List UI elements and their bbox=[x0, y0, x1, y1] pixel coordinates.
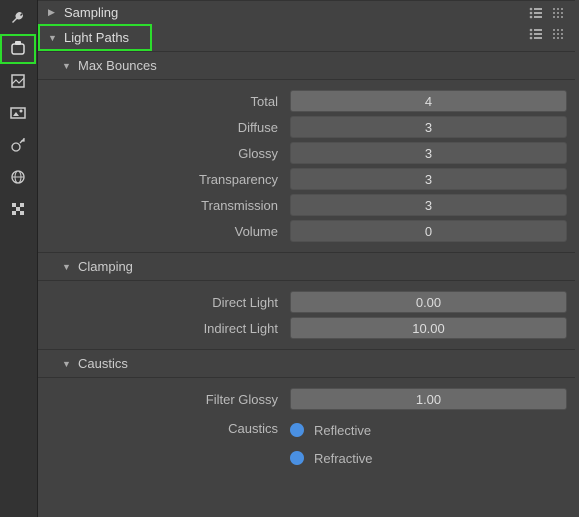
radio-on-icon bbox=[290, 451, 304, 465]
total-label: Total bbox=[62, 94, 290, 109]
world-icon bbox=[10, 169, 26, 185]
diffuse-label: Diffuse bbox=[62, 120, 290, 135]
refractive-label: Refractive bbox=[314, 451, 373, 466]
chevron-down-icon: ▼ bbox=[62, 262, 72, 272]
max-bounces-label: Max Bounces bbox=[78, 58, 157, 73]
caustics-subheader[interactable]: ▼ Caustics bbox=[38, 349, 575, 378]
diffuse-input[interactable]: 3 bbox=[290, 116, 567, 138]
clamping-subheader[interactable]: ▼ Clamping bbox=[38, 252, 575, 281]
scene-icon bbox=[10, 137, 26, 153]
direct-light-label: Direct Light bbox=[62, 295, 290, 310]
list-icon[interactable] bbox=[529, 27, 543, 41]
wrench-icon bbox=[10, 9, 26, 25]
list-icon[interactable] bbox=[529, 6, 543, 20]
volume-label: Volume bbox=[62, 224, 290, 239]
tab-bar bbox=[0, 0, 38, 517]
tab-output[interactable] bbox=[0, 66, 36, 96]
glossy-input[interactable]: 3 bbox=[290, 142, 567, 164]
total-input[interactable]: 4 bbox=[290, 90, 567, 112]
grid-icon[interactable] bbox=[551, 6, 565, 20]
tab-scene[interactable] bbox=[0, 130, 36, 160]
checker-icon bbox=[10, 201, 26, 217]
clamping-label: Clamping bbox=[78, 259, 133, 274]
sampling-section-header[interactable]: ▶ Sampling bbox=[38, 0, 575, 24]
tab-tools[interactable] bbox=[0, 2, 36, 32]
filter-glossy-input[interactable]: 1.00 bbox=[290, 388, 567, 410]
caustics-title: Caustics bbox=[78, 356, 128, 371]
tab-render[interactable] bbox=[0, 34, 36, 64]
transmission-label: Transmission bbox=[62, 198, 290, 213]
max-bounces-subheader[interactable]: ▼ Max Bounces bbox=[38, 51, 575, 80]
volume-input[interactable]: 0 bbox=[290, 220, 567, 242]
transparency-label: Transparency bbox=[62, 172, 290, 187]
tab-material[interactable] bbox=[0, 194, 36, 224]
direct-light-input[interactable]: 0.00 bbox=[290, 291, 567, 313]
refractive-checkbox[interactable]: Refractive bbox=[290, 446, 567, 470]
properties-panel: ▶ Sampling ▼ Light Paths ▼ Max Bounces T… bbox=[38, 0, 579, 517]
output-icon bbox=[10, 73, 26, 89]
caustics-label: Caustics bbox=[62, 418, 290, 440]
sampling-label: Sampling bbox=[64, 5, 118, 20]
grid-icon[interactable] bbox=[551, 27, 565, 41]
tab-image[interactable] bbox=[0, 98, 36, 128]
chevron-down-icon: ▼ bbox=[62, 359, 72, 369]
radio-on-icon bbox=[290, 423, 304, 437]
indirect-light-label: Indirect Light bbox=[62, 321, 290, 336]
filter-glossy-label: Filter Glossy bbox=[62, 392, 290, 407]
render-icon bbox=[10, 41, 26, 57]
transparency-input[interactable]: 3 bbox=[290, 168, 567, 190]
reflective-checkbox[interactable]: Reflective bbox=[290, 418, 567, 442]
reflective-label: Reflective bbox=[314, 423, 371, 438]
chevron-right-icon: ▶ bbox=[48, 7, 58, 18]
tab-world[interactable] bbox=[0, 162, 36, 192]
chevron-down-icon: ▼ bbox=[62, 61, 72, 71]
indirect-light-input[interactable]: 10.00 bbox=[290, 317, 567, 339]
glossy-label: Glossy bbox=[62, 146, 290, 161]
image-icon bbox=[10, 105, 26, 121]
transmission-input[interactable]: 3 bbox=[290, 194, 567, 216]
